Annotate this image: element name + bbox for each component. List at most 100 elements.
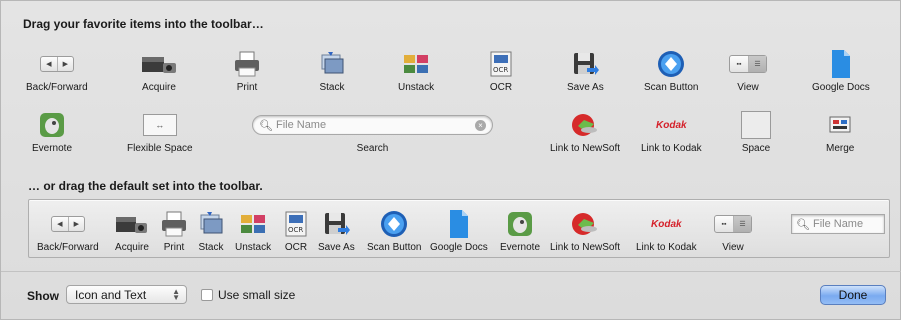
palette-print[interactable]: Print [233,48,261,93]
palette-ocr[interactable]: OCR OCR [488,48,514,93]
search-field-preview: 🔍︎ File Name × [252,115,493,135]
done-button[interactable]: Done [820,285,886,305]
item-label: Unstack [398,82,435,93]
palette-evernote[interactable]: Evernote [32,109,72,154]
ocr-icon: OCR [490,51,512,77]
palette-search[interactable]: 🔍︎ File Name × Search [252,109,493,154]
default-acquire: Acquire [114,208,150,253]
item-label: Unstack [235,242,272,253]
save-as-icon [325,213,351,235]
use-small-size-label[interactable]: Use small size [218,288,295,302]
kodak-logo-icon: Kodak [651,218,682,230]
item-label: Link to Kodak [641,143,702,154]
palette-google-docs[interactable]: Google Docs [812,48,870,93]
clear-icon: × [475,119,486,131]
item-label: Evernote [32,143,73,154]
view-toggle-icon: ▪▪ ☰ [714,215,752,233]
default-print: Print [161,208,187,253]
search-placeholder: File Name [812,218,864,230]
unstack-icon [404,55,429,73]
item-label: Acquire [115,242,149,253]
back-forward-icon: ◀ ▶ [39,56,74,72]
item-label: Print [236,82,258,93]
default-save-as: Save As [318,208,355,253]
item-label: Save As [318,242,355,253]
search-icon: 🔍︎ [259,119,273,132]
default-back-forward: ◀ ▶ Back/Forward [37,208,99,253]
item-label: View [737,82,759,93]
search-icon: 🔍︎ [796,218,810,231]
palette-stack[interactable]: Stack [317,48,347,93]
item-label: Evernote [500,242,541,253]
item-label: Scan Button [644,82,699,93]
item-label: Link to NewSoft [550,143,621,154]
default-stack: Stack [196,208,226,253]
scan-button-icon [658,51,685,77]
palette-flexible-space[interactable]: ↔ Flexible Space [127,109,193,154]
palette-link-kodak[interactable]: Kodak Link to Kodak [641,109,702,155]
item-label: Print [163,242,185,253]
newsoft-icon [572,213,598,235]
item-label: Scan Button [367,242,422,253]
view-toggle-icon: ▪▪ ☰ [729,55,767,73]
default-set-heading: … or drag the default set into the toolb… [28,179,263,193]
google-docs-icon [449,210,468,238]
item-label: Back/Forward [37,242,99,253]
kodak-logo-icon: Kodak [656,119,687,131]
default-ocr: OCR OCR [283,208,309,253]
scanner-icon [116,217,147,233]
palette-acquire[interactable]: Acquire [139,48,179,93]
stack-icon [200,212,223,234]
flexible-space-icon: ↔ [142,114,177,136]
palette-save-as[interactable]: Save As [567,48,604,93]
scan-button-icon [381,211,408,237]
favorites-heading: Drag your favorite items into the toolba… [23,17,264,31]
default-scan-button: Scan Button [367,208,421,253]
item-label: Stack [198,242,224,253]
scanner-icon [142,57,176,73]
use-small-size-checkbox[interactable] [201,289,213,301]
show-label: Show [27,289,59,303]
customize-toolbar-sheet: Drag your favorite items into the toolba… [0,0,901,320]
default-view: ▪▪ ☰ View [714,208,752,253]
item-label: Merge [826,143,855,154]
item-label: Back/Forward [26,82,88,93]
back-forward-icon: ◀ ▶ [50,216,85,232]
printer-icon [235,51,259,77]
evernote-icon [40,113,65,137]
default-google-docs: Google Docs [430,208,488,253]
palette-back-forward[interactable]: ◀ ▶ Back/Forward [26,48,88,93]
palette-view[interactable]: ▪▪ ☰ View [729,48,767,93]
google-docs-icon [831,50,850,78]
default-link-newsoft: Link to NewSoft [550,208,620,253]
item-label: Flexible Space [127,143,193,154]
item-label: Google Docs [430,242,488,253]
show-mode-popup[interactable]: Icon and Text ▲ ▼ [66,285,187,304]
show-mode-value: Icon and Text [75,288,147,302]
default-toolbar-set[interactable]: ◀ ▶ Back/Forward Acquire Print Stack Uns… [28,199,890,258]
item-label: Stack [319,82,345,93]
palette-unstack[interactable]: Unstack [398,48,434,93]
palette-merge[interactable]: Merge [826,109,854,154]
svg-text:OCR: OCR [288,226,303,234]
palette-space[interactable]: Space [741,109,771,154]
save-as-icon [574,53,600,75]
merge-icon [829,116,851,133]
palette-scan-button[interactable]: Scan Button [644,48,698,93]
popup-arrows-icon: ▲ ▼ [172,287,180,302]
item-label: Link to Kodak [636,242,697,253]
item-label: Link to NewSoft [550,242,621,253]
palette-link-newsoft[interactable]: Link to NewSoft [550,109,620,154]
printer-icon [162,211,186,237]
default-evernote: Evernote [500,208,540,253]
item-label: Google Docs [812,82,870,93]
ocr-icon: OCR [285,211,307,237]
item-label: OCR [489,82,513,93]
unstack-icon [241,215,266,233]
search-placeholder: File Name [275,119,327,131]
default-link-kodak: Kodak Link to Kodak [636,208,697,254]
svg-text:OCR: OCR [493,66,508,74]
space-icon [741,111,771,139]
default-unstack: Unstack [235,208,271,253]
newsoft-icon [572,114,598,136]
